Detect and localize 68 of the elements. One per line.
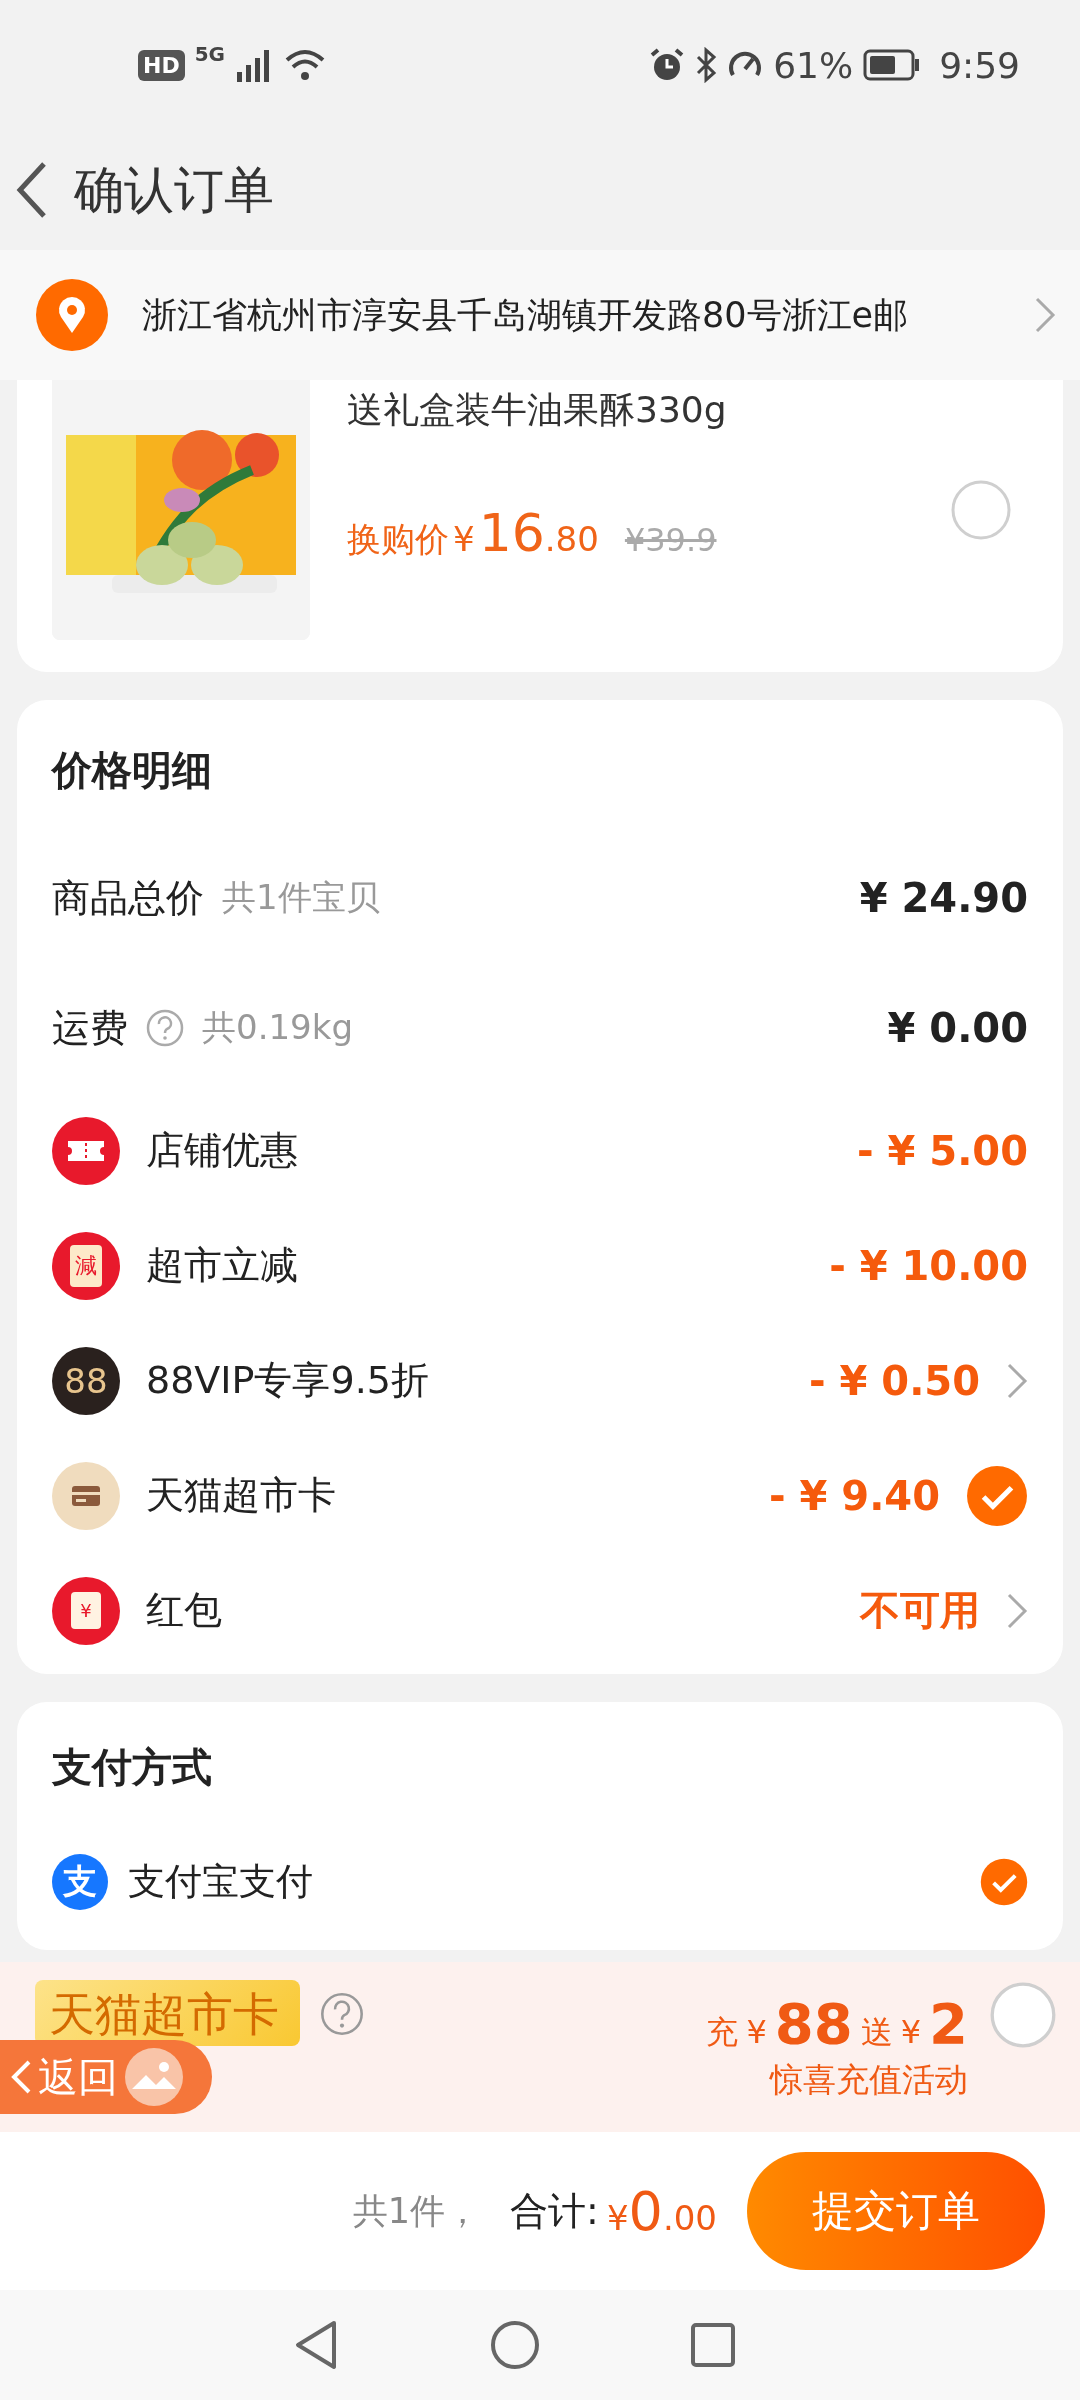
help-icon[interactable] [146, 1009, 184, 1047]
back-icon[interactable] [14, 160, 48, 220]
card-background[interactable]: 天猫超市卡 [35, 1980, 300, 2046]
alipay-logo: 支 [52, 1854, 108, 1910]
row-amount: - ¥ 0.50 [809, 1357, 980, 1404]
exchange-price: 16.80 [478, 503, 599, 563]
promo-subtitle: 惊喜充值活动 [770, 2059, 968, 2101]
recharge-label: 充 [706, 2012, 739, 2053]
product-title: 送礼盒装牛油果酥330g [347, 388, 728, 432]
row-label: 天猫超市卡 [146, 1472, 336, 1519]
row-amount: - ¥ 5.00 [857, 1127, 1028, 1174]
radio-icon[interactable] [990, 1982, 1056, 2048]
card-icon [52, 1461, 120, 1530]
currency-sign: ¥ [453, 519, 475, 559]
discount-icon: 減 [52, 1231, 120, 1300]
row-label: 88VIP专享9.5折 [146, 1357, 429, 1404]
battery-icon [863, 49, 922, 81]
total-amount: ¥0.00 [606, 2179, 717, 2243]
clock-time: 9:59 [939, 44, 1020, 86]
card-label: 天猫超市卡 [49, 1986, 279, 2043]
item-count: 共1件， [352, 2189, 481, 2233]
checked-radio-icon[interactable] [966, 1464, 1028, 1527]
hd-badge: HD [138, 49, 185, 81]
row-label: 红包 [146, 1587, 222, 1634]
row-note: 共1件宝贝 [222, 876, 380, 919]
floating-back-button[interactable]: 返回 [0, 2040, 212, 2114]
section-title: 支付方式 [52, 1742, 213, 1792]
row-label: 超市立减 [146, 1242, 298, 1289]
row-amount: ¥ 0.00 [887, 1005, 1028, 1051]
radio-icon[interactable] [951, 480, 1011, 540]
row-label: 店铺优惠 [146, 1127, 298, 1174]
chevron-icon[interactable] [1034, 296, 1056, 334]
help-icon[interactable] [320, 1992, 364, 2036]
total-label: 合计: [510, 2187, 599, 2235]
row-label: 运费 [52, 1004, 128, 1052]
checked-radio-icon[interactable] [980, 1858, 1028, 1906]
row-amount: - ¥ 10.00 [829, 1242, 1028, 1289]
battery-percent: 61% [773, 44, 854, 86]
alarm-icon [649, 47, 686, 83]
ticket-icon [52, 1116, 120, 1185]
home-nav-icon[interactable] [490, 2320, 540, 2370]
bonus-amount: 2 [929, 1991, 968, 2056]
row-amount: 不可用 [860, 1586, 980, 1635]
vip-badge: 88 [52, 1346, 120, 1415]
original-price: ¥39.9 [624, 521, 717, 559]
location-pin-icon [36, 279, 108, 351]
page-title: 确认订单 [74, 159, 274, 221]
chevron-left-icon [10, 2059, 32, 2095]
network-type: 5G [194, 42, 226, 66]
wifi-icon [285, 48, 326, 82]
image-icon [124, 2047, 184, 2107]
submit-order-button[interactable]: 提交订单 [747, 2152, 1045, 2270]
row-amount: - ¥ 9.40 [769, 1472, 940, 1519]
price-label: 换购价 [347, 518, 449, 561]
chevron-icon[interactable] [1006, 1591, 1028, 1630]
section-title: 价格明细 [52, 746, 213, 795]
envelope-icon: ¥ [52, 1576, 120, 1645]
payment-method[interactable]: 支付宝支付 [128, 1857, 960, 1907]
bluetooth-icon [695, 47, 718, 83]
row-note: 共0.19kg [202, 1006, 353, 1049]
row-amount: ¥ 24.90 [859, 875, 1028, 921]
currency-sign: ¥ [900, 2013, 922, 2051]
currency-sign: ¥ [746, 2013, 767, 2051]
recharge-amount: 88 [774, 1991, 853, 2056]
chevron-icon[interactable] [1006, 1361, 1028, 1400]
row-label: 商品总价 [52, 874, 204, 922]
bonus-label: 送 [860, 2012, 893, 2053]
recents-nav-icon[interactable] [690, 2322, 736, 2368]
